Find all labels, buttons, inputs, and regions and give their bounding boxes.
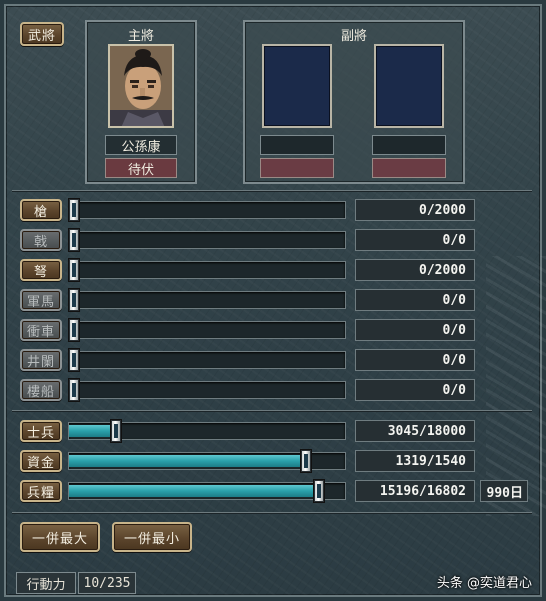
all-min-button[interactable]: 一併最小 [112, 522, 192, 552]
resource-button-ship[interactable]: 樓船 [20, 379, 62, 401]
main-general-title: 主將 [127, 29, 154, 44]
resource-value-halberd: 0/0 [355, 229, 475, 251]
resource-slider-crossbow[interactable] [68, 259, 346, 281]
slider-thumb[interactable] [69, 349, 79, 371]
supply-value-food: 15196/16802 [355, 480, 475, 502]
slider-thumb[interactable] [301, 450, 311, 472]
section-divider-middle [12, 410, 532, 411]
main-general-name: 公孫康 [105, 135, 177, 155]
supply-slider-soldiers[interactable] [68, 420, 346, 442]
action-points-value: 10/235 [78, 572, 136, 594]
background-decoration [486, 256, 546, 516]
portrait-image [110, 46, 172, 126]
supply-slider-food[interactable] [68, 480, 346, 502]
slider-thumb[interactable] [314, 480, 324, 502]
watermark-text: 头条 @奕道君心 [436, 576, 532, 591]
resource-slider-halberd[interactable] [68, 229, 346, 251]
resource-button-crossbow[interactable]: 弩 [20, 259, 62, 281]
slider-thumb[interactable] [69, 229, 79, 251]
action-points-label: 行動力 [16, 572, 76, 594]
officer-button[interactable]: 武將 [20, 22, 64, 46]
slider-thumb[interactable] [111, 420, 121, 442]
general-portrait[interactable] [108, 44, 174, 128]
slider-fill [69, 425, 116, 437]
resource-button-tower[interactable]: 井闌 [20, 349, 62, 371]
resource-value-ship: 0/0 [355, 379, 475, 401]
supply-button-gold[interactable]: 資金 [20, 450, 62, 472]
vice-general-slot-2[interactable] [374, 44, 444, 128]
slider-fill [69, 485, 319, 497]
vice-general-slot-1[interactable] [262, 44, 332, 128]
resource-slider-tower[interactable] [68, 349, 346, 371]
slider-thumb[interactable] [69, 289, 79, 311]
all-max-button[interactable]: 一併最大 [20, 522, 100, 552]
resource-button-halberd[interactable]: 戟 [20, 229, 62, 251]
vice-general-1-name [260, 135, 334, 155]
resource-slider-horse[interactable] [68, 289, 346, 311]
resource-button-horse[interactable]: 軍馬 [20, 289, 62, 311]
resource-value-tower: 0/0 [355, 349, 475, 371]
resource-value-crossbow: 0/2000 [355, 259, 475, 281]
section-divider-top [12, 190, 532, 191]
supply-value-gold: 1319/1540 [355, 450, 475, 472]
vice-general-title: 副將 [340, 29, 367, 44]
vice-general-2-status [372, 158, 446, 178]
supply-value-soldiers: 3045/18000 [355, 420, 475, 442]
vice-general-2-name [372, 135, 446, 155]
resource-value-spear: 0/2000 [355, 199, 475, 221]
slider-thumb[interactable] [69, 259, 79, 281]
resource-button-ram[interactable]: 衝車 [20, 319, 62, 341]
supply-button-food[interactable]: 兵糧 [20, 480, 62, 502]
resource-value-horse: 0/0 [355, 289, 475, 311]
slider-fill [69, 455, 306, 467]
resource-button-spear[interactable]: 槍 [20, 199, 62, 221]
slider-thumb[interactable] [69, 199, 79, 221]
resource-slider-spear[interactable] [68, 199, 346, 221]
vice-general-1-status [260, 158, 334, 178]
main-general-status: 待伏 [105, 158, 177, 178]
supply-slider-gold[interactable] [68, 450, 346, 472]
slider-thumb[interactable] [69, 379, 79, 401]
supply-button-soldiers[interactable]: 士兵 [20, 420, 62, 442]
slider-thumb[interactable] [69, 319, 79, 341]
resource-value-ram: 0/0 [355, 319, 475, 341]
resource-slider-ram[interactable] [68, 319, 346, 341]
resource-slider-ship[interactable] [68, 379, 346, 401]
section-divider-bottom [12, 512, 532, 513]
food-days-value: 990日 [480, 480, 528, 502]
